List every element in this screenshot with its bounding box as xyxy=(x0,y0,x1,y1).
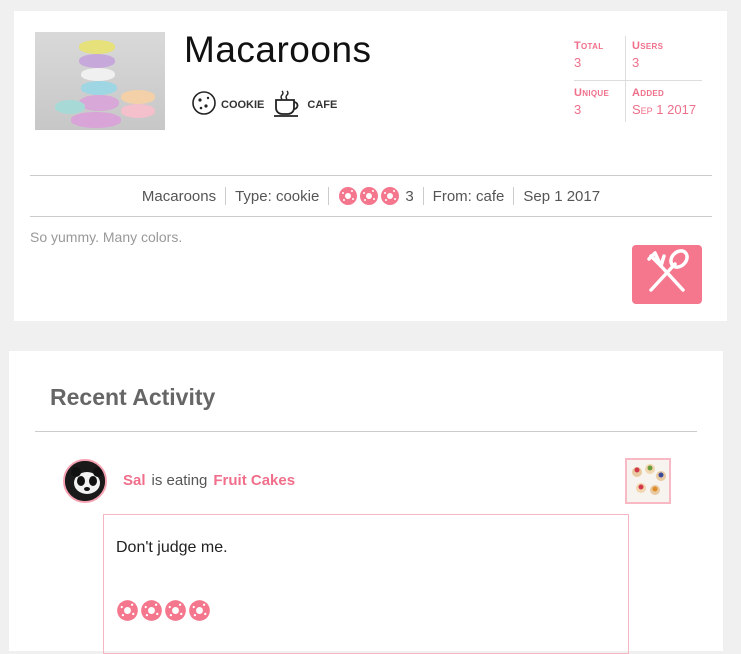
activity-user-link[interactable]: Sal xyxy=(123,472,146,489)
cup-icon xyxy=(272,87,304,122)
stat-added-value: Sep 1 2017 xyxy=(632,102,697,117)
tag-cafe-label: CAFE xyxy=(307,98,338,111)
info-rating-value: 3 xyxy=(405,187,414,205)
stat-users-value: 3 xyxy=(632,55,640,70)
info-from: From: cafe xyxy=(422,187,514,205)
donut-icon xyxy=(189,600,210,621)
stat-unique-value: 3 xyxy=(574,102,582,117)
donut-icon xyxy=(165,600,186,621)
stat-users-label: Users xyxy=(632,40,664,52)
food-thumbnail[interactable] xyxy=(625,458,671,504)
donut-icon xyxy=(360,187,379,205)
stat-added: Added Sep 1 2017 xyxy=(632,87,712,117)
tag-cookie-label: COOKIE xyxy=(221,98,265,111)
eat-button[interactable] xyxy=(632,245,702,304)
stats-divider xyxy=(574,80,702,81)
tag-cookie[interactable]: COOKIE xyxy=(190,89,264,120)
activity-comment: Don't judge me. xyxy=(103,514,629,654)
stat-total: Total 3 xyxy=(574,40,634,70)
activity-verb: is eating xyxy=(151,472,208,489)
item-card: Macaroons COOKIE CAFE Total 3 Users 3 Un… xyxy=(14,11,727,321)
activity-text: Sal is eating Fruit Cakes xyxy=(123,472,295,489)
info-date: Sep 1 2017 xyxy=(513,187,609,205)
item-info-bar: Macaroons Type: cookie 3 From: cafe Sep … xyxy=(30,175,712,217)
stat-unique: Unique 3 xyxy=(574,87,634,117)
cookie-icon xyxy=(190,89,218,120)
donut-icon xyxy=(117,600,138,621)
activity-food-link[interactable]: Fruit Cakes xyxy=(213,472,295,489)
comment-text: Don't judge me. xyxy=(116,539,228,556)
stat-users: Users 3 xyxy=(632,40,692,70)
stats-panel: Total 3 Users 3 Unique 3 Added Sep 1 201… xyxy=(572,36,706,126)
item-title: Macaroons xyxy=(184,29,372,70)
comment-donut-rating xyxy=(116,599,211,622)
stat-total-label: Total xyxy=(574,40,604,52)
tag-list: COOKIE CAFE xyxy=(190,87,337,122)
stat-total-value: 3 xyxy=(574,55,582,70)
macaroons-photo xyxy=(35,32,165,130)
stat-added-label: Added xyxy=(632,87,665,99)
item-description: So yummy. Many colors. xyxy=(30,229,183,245)
tag-cafe[interactable]: CAFE xyxy=(272,87,337,122)
info-rating: 3 xyxy=(328,187,422,205)
donut-rating xyxy=(338,186,400,206)
donut-icon xyxy=(339,187,358,205)
fork-spoon-icon xyxy=(641,246,693,303)
info-type: Type: cookie xyxy=(225,187,328,205)
activity-title: Recent Activity xyxy=(50,384,216,410)
user-avatar[interactable] xyxy=(63,459,107,503)
info-name: Macaroons xyxy=(141,187,217,205)
stat-unique-label: Unique xyxy=(574,87,610,99)
donut-icon xyxy=(141,600,162,621)
donut-icon xyxy=(381,187,400,205)
activity-divider xyxy=(35,431,697,432)
activity-card: Recent Activity Sal is eating Fruit Cake… xyxy=(9,351,723,654)
